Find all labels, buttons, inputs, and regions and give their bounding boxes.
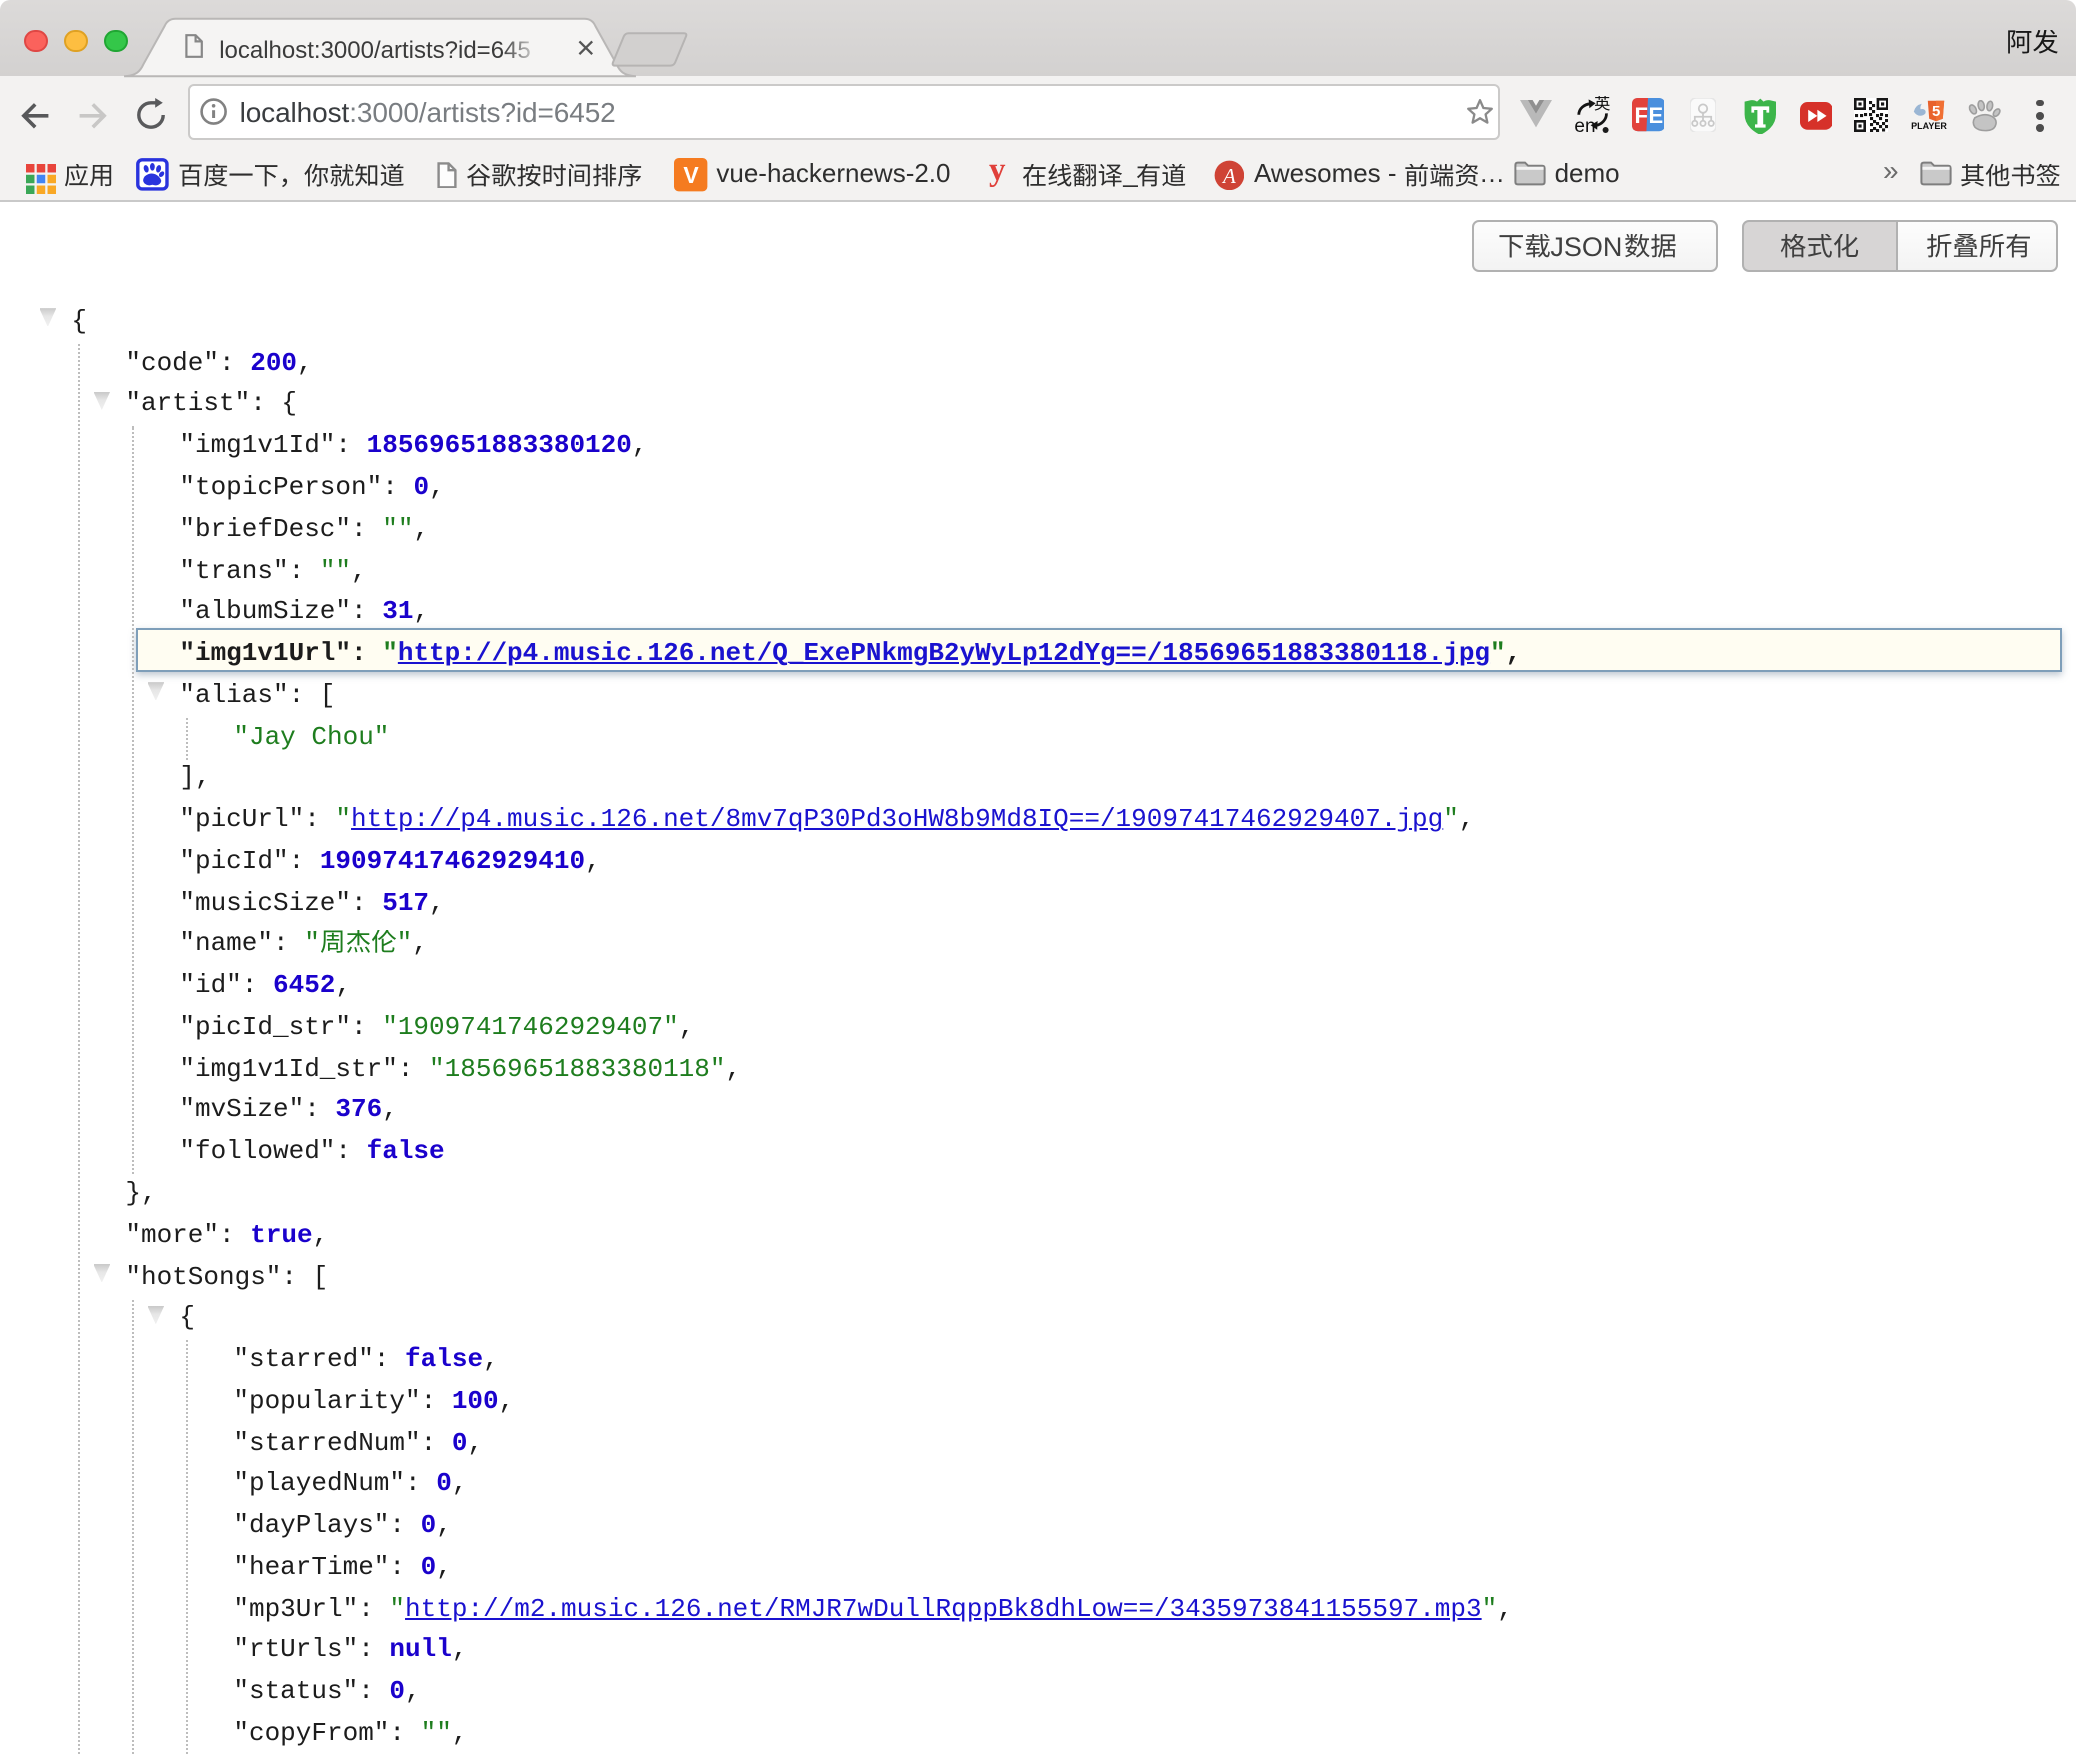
- svg-text:5: 5: [1932, 103, 1940, 120]
- svg-text:PLAYER: PLAYER: [1912, 121, 1948, 130]
- svg-text:E: E: [1648, 104, 1663, 129]
- svg-text:F: F: [1634, 104, 1647, 129]
- svg-text:V: V: [683, 163, 699, 189]
- svg-text:A: A: [1221, 163, 1236, 187]
